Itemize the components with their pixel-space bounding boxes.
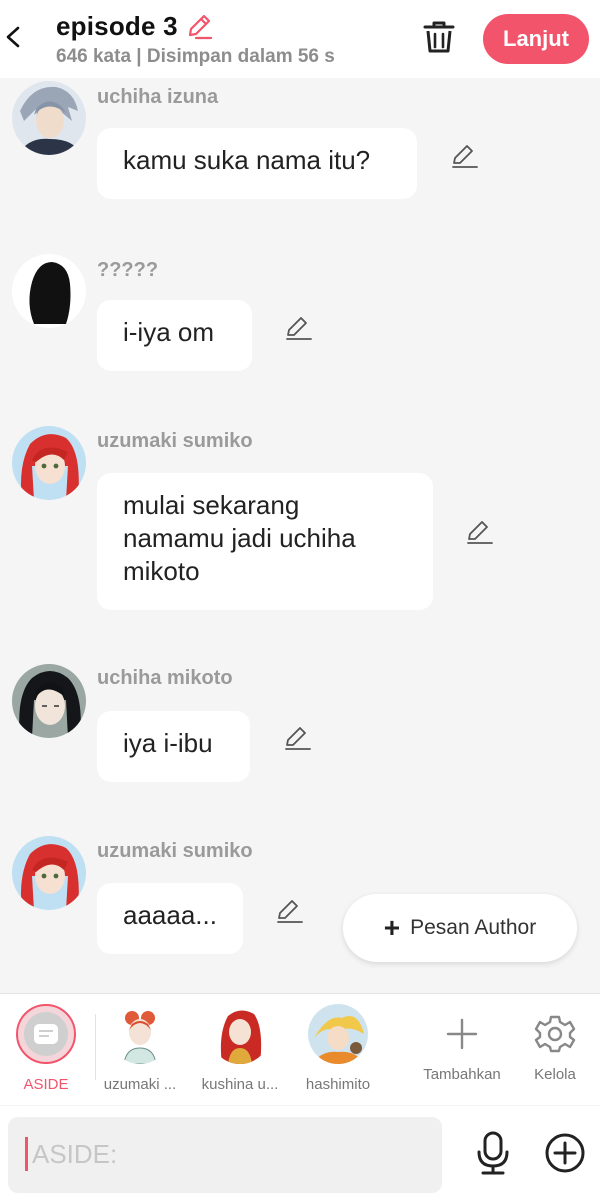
character-label: hashimito xyxy=(305,1076,371,1093)
edit-message-pencil-icon[interactable] xyxy=(450,141,480,171)
back-arrow-icon[interactable] xyxy=(2,20,26,54)
word-count-save-status: 646 kata | Disimpan dalam 56 s xyxy=(56,46,335,67)
edit-message-pencil-icon[interactable] xyxy=(465,517,495,547)
next-button[interactable]: Lanjut xyxy=(483,14,589,64)
avatar-uchiha-mikoto[interactable] xyxy=(12,664,86,738)
gear-icon xyxy=(534,1015,576,1053)
edit-title-pencil-icon[interactable] xyxy=(184,11,214,41)
microphone-icon[interactable] xyxy=(474,1130,512,1176)
avatar-uzumaki-sumiko[interactable] xyxy=(12,836,86,910)
message-input-bar: ASIDE: xyxy=(0,1106,600,1200)
title-row: episode 3 xyxy=(56,8,214,44)
character-avatar xyxy=(210,1004,270,1064)
top-bar: episode 3 646 kata | Disimpan dalam 56 s… xyxy=(0,0,600,78)
edit-message-pencil-icon[interactable] xyxy=(275,896,305,926)
character-hashimito[interactable]: hashimito xyxy=(296,1004,380,1093)
aside-avatar-inner xyxy=(24,1012,68,1056)
message-input[interactable]: ASIDE: xyxy=(8,1117,442,1193)
character-label: kushina u... xyxy=(201,1076,279,1093)
character-avatar xyxy=(308,1004,368,1064)
plus-icon: + xyxy=(383,912,401,943)
message-bubble[interactable]: aaaaa... xyxy=(97,883,243,954)
add-circle-icon[interactable] xyxy=(544,1132,586,1174)
aside-avatar xyxy=(16,1004,76,1064)
manage-characters-label: Kelola xyxy=(534,1066,576,1083)
character-label: ASIDE xyxy=(23,1076,69,1093)
edit-message-pencil-icon[interactable] xyxy=(284,313,314,343)
avatar-unknown[interactable] xyxy=(12,254,86,328)
aside-chat-icon xyxy=(34,1024,58,1044)
manage-characters-button[interactable]: Kelola xyxy=(513,1004,597,1083)
trash-icon[interactable] xyxy=(420,18,458,56)
character-avatar xyxy=(110,1004,170,1064)
character-label: uzumaki ... xyxy=(103,1076,177,1093)
chat-area: uchiha izuna kamu suka nama itu? ????? i… xyxy=(0,78,600,992)
input-placeholder: ASIDE: xyxy=(32,1139,118,1169)
add-character-label: Tambahkan xyxy=(423,1066,501,1083)
character-kushina[interactable]: kushina u... xyxy=(198,1004,282,1093)
sender-name: uzumaki sumiko xyxy=(97,430,253,452)
avatar-uzumaki-sumiko[interactable] xyxy=(12,426,86,500)
edit-message-pencil-icon[interactable] xyxy=(283,723,313,753)
avatar-uchiha-izuna[interactable] xyxy=(12,81,86,155)
sender-name: ????? xyxy=(97,259,159,281)
plus-icon xyxy=(446,1018,478,1050)
message-bubble[interactable]: i-iya om xyxy=(97,300,252,371)
character-uzumaki[interactable]: uzumaki ... xyxy=(98,1004,182,1093)
episode-title: episode 3 xyxy=(56,10,178,41)
message-bubble[interactable]: iya i-ibu xyxy=(97,711,250,782)
sender-name: uchiha izuna xyxy=(97,86,219,108)
divider xyxy=(95,1014,96,1080)
author-message-label: Pesan Author xyxy=(410,916,537,939)
message-bubble[interactable]: mulai sekarang namamu jadi uchiha mikoto xyxy=(97,473,433,610)
add-character-button[interactable]: Tambahkan xyxy=(420,1004,504,1083)
character-selector: ASIDE uzumaki ... kushina u... hashimito… xyxy=(0,993,600,1105)
text-cursor xyxy=(25,1137,28,1171)
sender-name: uzumaki sumiko xyxy=(97,840,253,862)
character-aside[interactable]: ASIDE xyxy=(4,1004,88,1093)
sender-name: uchiha mikoto xyxy=(97,667,233,689)
author-message-button[interactable]: + Pesan Author xyxy=(343,894,577,962)
message-bubble[interactable]: kamu suka nama itu? xyxy=(97,128,417,199)
